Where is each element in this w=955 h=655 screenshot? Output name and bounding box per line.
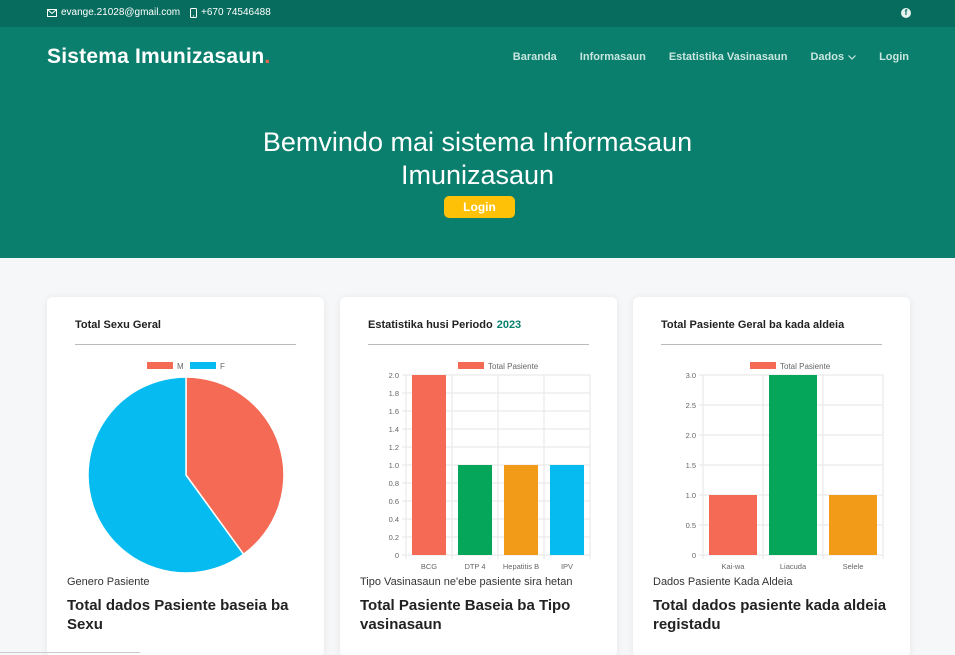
card-title-text: Estatistika husi Periodo bbox=[368, 319, 493, 331]
y-tick-label: 2.5 bbox=[686, 401, 696, 410]
card-caption: Tipo Vasinasaun ne'ebe pasiente sira het… bbox=[360, 576, 573, 588]
hero-section: Sistema Imunizasaun. Baranda Informasaun… bbox=[0, 27, 955, 258]
pie-chart: MF bbox=[87, 362, 285, 574]
card-footer-title: Total dados Pasiente baseia ba Sexu bbox=[67, 597, 289, 633]
nav-estatistika-vasinasaun[interactable]: Estatistika Vasinasaun bbox=[669, 51, 788, 63]
hero-title-line1: Bemvindo mai sistema Informasaun bbox=[262, 127, 693, 157]
card-title: Total Sexu Geral bbox=[75, 319, 161, 331]
phone-text: +670 74546488 bbox=[201, 7, 271, 18]
main-nav: Baranda Informasaun Estatistika Vasinasa… bbox=[513, 51, 909, 63]
nav-baranda[interactable]: Baranda bbox=[513, 51, 557, 63]
card-title-year: 2023 bbox=[496, 319, 522, 331]
y-tick-label: 2.0 bbox=[389, 371, 399, 380]
chevron-down-icon bbox=[848, 54, 856, 60]
y-tick-label: 0 bbox=[395, 551, 399, 560]
card-footer-title: Total Pasiente Baseia ba Tipo vasinasaun bbox=[360, 597, 571, 633]
facebook-icon[interactable]: f bbox=[901, 8, 911, 18]
card-footer-title: Total dados pasiente kada aldeia regista… bbox=[653, 597, 887, 633]
bar-bcg bbox=[411, 375, 447, 555]
x-tick-label: Selele bbox=[843, 562, 864, 571]
divider bbox=[75, 344, 296, 345]
brand-logo[interactable]: Sistema Imunizasaun. bbox=[47, 45, 270, 69]
legend-swatch-m bbox=[147, 362, 173, 369]
y-tick-label: 3.0 bbox=[686, 371, 696, 380]
bar-chart-aldeia: Total Pasiente 0 0.5 1.0 1.5 2.0 2.5 3.0 Kai-wa L… bbox=[686, 362, 884, 571]
x-tick-label: IPV bbox=[561, 562, 573, 571]
brand-dot: . bbox=[264, 45, 271, 68]
card-aldeia: Total Pasiente Geral ba kada aldeia Tota… bbox=[633, 297, 910, 655]
card-sexu: Total Sexu Geral MF Genero Pasiente Tota… bbox=[47, 297, 324, 655]
bar-ipv bbox=[549, 465, 585, 555]
email-contact[interactable]: evange.21028@gmail.com bbox=[47, 7, 180, 18]
y-tick-label: 1.8 bbox=[389, 389, 399, 398]
card-periodo: Estatistika husi Periodo 2023 Total Pasie… bbox=[340, 297, 617, 655]
y-tick-label: 1.4 bbox=[389, 425, 399, 434]
legend-label: Total Pasiente bbox=[488, 362, 539, 371]
y-tick-label: 1.5 bbox=[686, 461, 696, 470]
card-caption: Dados Pasiente Kada Aldeia bbox=[653, 576, 793, 588]
y-tick-label: 2.0 bbox=[686, 431, 696, 440]
phone-contact[interactable]: +670 74546488 bbox=[190, 7, 271, 18]
bar-selele bbox=[829, 495, 877, 555]
envelope-icon bbox=[47, 8, 57, 17]
y-tick-label: 1.2 bbox=[389, 443, 399, 452]
y-tick-label: 0.2 bbox=[389, 533, 399, 542]
y-tick-label: 0.8 bbox=[389, 479, 399, 488]
y-tick-label: 0 bbox=[692, 551, 696, 560]
legend-label: Total Pasiente bbox=[780, 362, 831, 371]
bar-kai-wa bbox=[709, 495, 757, 555]
x-tick-label: Liacuda bbox=[780, 562, 807, 571]
nav-login[interactable]: Login bbox=[879, 51, 909, 63]
top-bar: evange.21028@gmail.com +670 74546488 f bbox=[0, 0, 955, 27]
bar-liacuda bbox=[769, 375, 817, 555]
hero-title-line2: Imunizasaun bbox=[400, 160, 555, 190]
y-tick-label: 1.0 bbox=[686, 491, 696, 500]
card-title: Total Pasiente Geral ba kada aldeia bbox=[661, 319, 845, 331]
nav-dados[interactable]: Dados bbox=[810, 51, 856, 63]
hero-login-button[interactable]: Login bbox=[444, 196, 515, 218]
card-caption: Genero Pasiente bbox=[67, 576, 150, 588]
brand-text: Sistema Imunizasaun bbox=[47, 45, 265, 68]
legend-swatch bbox=[458, 362, 484, 369]
y-tick-label: 0.5 bbox=[686, 521, 696, 530]
y-tick-label: 1.0 bbox=[389, 461, 399, 470]
x-tick-label: BCG bbox=[421, 562, 437, 571]
y-tick-label: 1.6 bbox=[389, 407, 399, 416]
legend-label-f: F bbox=[220, 362, 225, 371]
legend-swatch bbox=[750, 362, 776, 369]
x-tick-label: Hepatitis B bbox=[503, 562, 539, 571]
email-text: evange.21028@gmail.com bbox=[61, 7, 181, 18]
scroll-edge bbox=[0, 652, 140, 653]
bar-chart-vasinasaun: Total Pasiente 0 0.2 0.4 0.6 0.8 1.0 1.2 1.4 1.6 1… bbox=[389, 362, 591, 571]
y-tick-label: 0.6 bbox=[389, 497, 399, 506]
x-tick-label: DTP 4 bbox=[464, 562, 485, 571]
hero-title: Bemvindo mai sistema Informasaun Imuniza… bbox=[0, 126, 955, 192]
legend-swatch-f bbox=[190, 362, 216, 369]
nav-dados-label: Dados bbox=[810, 51, 845, 63]
nav-informasaun[interactable]: Informasaun bbox=[580, 51, 646, 63]
y-tick-label: 0.4 bbox=[389, 515, 399, 524]
card-title: Estatistika husi Periodo 2023 bbox=[368, 319, 521, 331]
legend-label-m: M bbox=[177, 362, 184, 371]
bar-hepatitis-b bbox=[503, 465, 539, 555]
x-tick-label: Kai-wa bbox=[722, 562, 746, 571]
divider bbox=[661, 344, 882, 345]
divider bbox=[368, 344, 589, 345]
bar-dtp-4 bbox=[457, 465, 493, 555]
phone-icon bbox=[190, 7, 197, 18]
